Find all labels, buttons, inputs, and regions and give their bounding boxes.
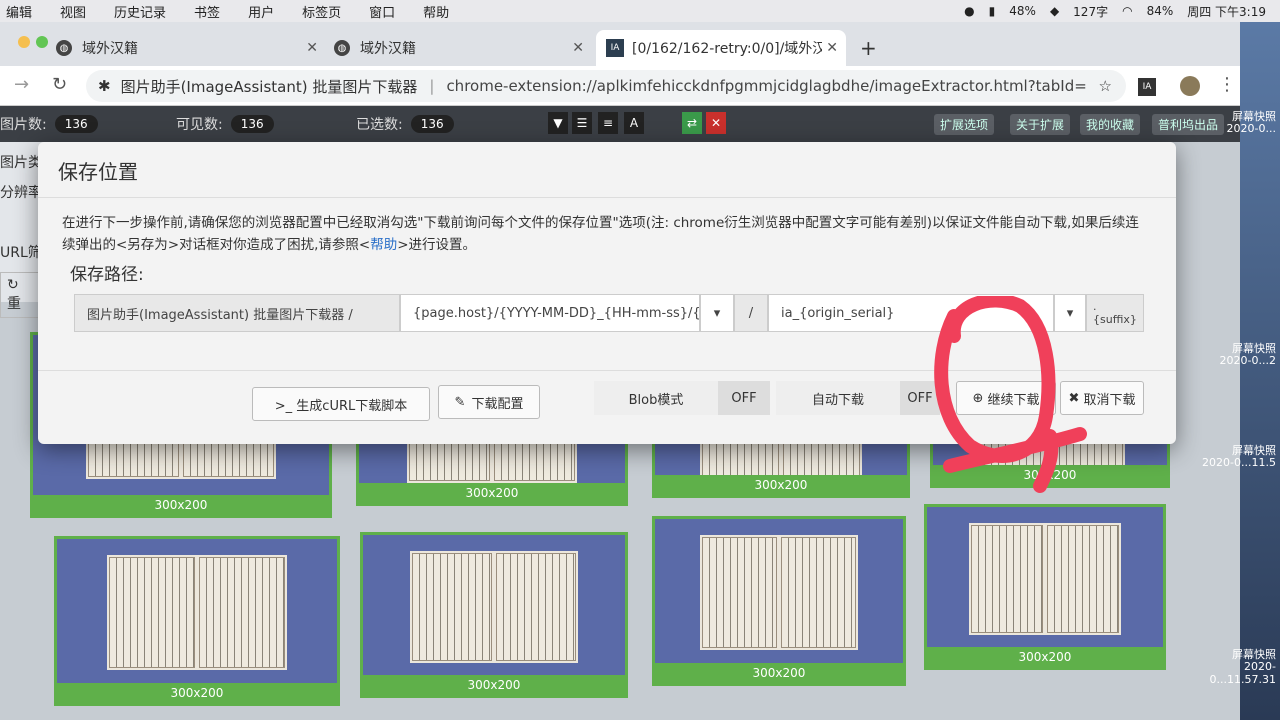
imageassistant-icon: IA — [606, 39, 624, 57]
wechat-icon[interactable]: ● — [964, 4, 974, 18]
path-separator: / — [734, 294, 768, 332]
save-path-row: 图片助手(ImageAssistant) 批量图片下载器 / {page.hos… — [74, 294, 1144, 332]
forward-icon[interactable]: → — [14, 74, 29, 95]
clock[interactable]: 周四 下午3:19 — [1187, 3, 1266, 20]
folder-template-input[interactable]: {page.host}/{YYYY-MM-DD}_{HH-mm-ss}/{( — [400, 294, 700, 332]
image-card[interactable]: 300x200 — [652, 516, 906, 686]
minimize-button[interactable] — [18, 36, 30, 48]
maximize-button[interactable] — [36, 36, 48, 48]
suffix-label: .{suffix} — [1086, 294, 1144, 332]
image-card[interactable]: 300x200 — [360, 532, 628, 698]
blob-mode-toggle[interactable]: Blob模式 OFF — [594, 381, 770, 415]
desktop-edge: 屏幕快照 2020-0... 屏幕快照 2020-0...2 屏幕快照 2020… — [1202, 22, 1280, 720]
save-location-dialog: 保存位置 在进行下一步操作前,请确保您的浏览器配置中已经取消勾选"下载前询问每个… — [38, 142, 1176, 444]
ia-extension-icon[interactable]: IA — [1138, 78, 1156, 96]
tab-2[interactable]: ◍ 域外汉籍 ✕ — [334, 30, 584, 66]
selected-count: 已选数: 136 — [356, 114, 454, 134]
menu-view[interactable]: 视图 — [60, 2, 86, 21]
evernote-icon[interactable]: ◆ — [1050, 4, 1059, 18]
image-card[interactable]: 300x200 — [54, 536, 340, 706]
close-icon[interactable]: ✕ — [826, 40, 838, 56]
generate-curl-button[interactable]: >_ 生成cURL下载脚本 — [252, 387, 430, 421]
wifi-icon[interactable]: ◠ — [1122, 4, 1132, 18]
extension-toolbar: 图片数: 136 可见数: 136 已选数: 136 ▼ ☰ ≡ A ⇄ ✕ 扩… — [0, 106, 1240, 142]
tab-title: [0/162/162-retry:0/0]/域外汉籍 — [632, 41, 822, 57]
visible-count: 可见数: 136 — [176, 114, 274, 134]
separator: | — [429, 77, 435, 95]
menu-bookmarks[interactable]: 书签 — [194, 2, 220, 21]
font-icon[interactable]: A — [624, 112, 644, 134]
macos-menubar: 编辑 视图 历史记录 书签 用户 标签页 窗口 帮助 ● ▮ 48% ◆ 127… — [0, 0, 1280, 22]
tab-title: 域外汉籍 — [82, 41, 138, 57]
help-link[interactable]: 帮助 — [370, 237, 397, 253]
menu-user[interactable]: 用户 — [248, 2, 274, 21]
close-icon[interactable]: ✕ — [706, 112, 726, 134]
bookmark-icon[interactable]: ▮ — [989, 4, 996, 18]
menu-edit[interactable]: 编辑 — [6, 2, 32, 21]
battery-level: 84% — [1146, 4, 1174, 18]
tab-3-active[interactable]: IA [0/162/162-retry:0/0]/域外汉籍 ✕ — [596, 30, 846, 66]
browser-tabbar: ◍ 域外汉籍 ✕ ◍ 域外汉籍 ✕ IA [0/162/162-retry:0/… — [0, 22, 1240, 66]
puzzle-icon: ✱ — [98, 77, 111, 95]
close-icon[interactable]: ✕ — [572, 40, 584, 56]
sliders-icon[interactable]: ≡ — [598, 112, 618, 134]
menu-help[interactable]: 帮助 — [423, 2, 449, 21]
cancel-download-button[interactable]: ✖ 取消下载 — [1060, 381, 1144, 415]
address-row: → ↻ ✱ 图片助手(ImageAssistant) 批量图片下载器 | chr… — [0, 66, 1240, 106]
dialog-body: 在进行下一步操作前,请确保您的浏览器配置中已经取消勾选"下载前询问每个文件的保存… — [38, 198, 1176, 300]
site-name: 图片助手(ImageAssistant) 批量图片下载器 — [120, 77, 418, 96]
star-icon[interactable]: ☆ — [1099, 77, 1112, 95]
close-icon[interactable]: ✕ — [306, 40, 318, 56]
profile-avatar[interactable] — [1180, 76, 1200, 96]
menu-tabs[interactable]: 标签页 — [302, 2, 341, 21]
tab-1[interactable]: ◍ 域外汉籍 ✕ — [56, 30, 318, 66]
save-path-label: 保存路径: — [70, 265, 144, 285]
url-text: chrome-extension://aplkimfehicckdnfpgmmj… — [446, 77, 1087, 95]
new-tab-button[interactable]: + — [860, 36, 877, 60]
dialog-title: 保存位置 — [38, 142, 1176, 198]
wrench-icon: ✎ — [454, 394, 466, 410]
folder-dropdown[interactable]: ▾ — [700, 294, 734, 332]
dialog-message: 在进行下一步操作前,请确保您的浏览器配置中已经取消勾选"下载前询问每个文件的保存… — [62, 215, 1139, 253]
path-prefix: 图片助手(ImageAssistant) 批量图片下载器 / — [74, 294, 400, 332]
menu-history[interactable]: 历史记录 — [114, 2, 166, 21]
list-icon[interactable]: ☰ — [572, 112, 592, 134]
download-config-button[interactable]: ✎ 下载配置 — [438, 385, 540, 419]
close-icon: ✖ — [1068, 390, 1080, 406]
menu-kebab-icon[interactable]: ⋮ — [1218, 74, 1236, 95]
swap-icon[interactable]: ⇄ — [682, 112, 702, 134]
continue-download-button[interactable]: ⊕ 继续下载 — [956, 381, 1056, 415]
filename-dropdown[interactable]: ▾ — [1054, 294, 1086, 332]
globe-icon: ◍ — [334, 40, 350, 56]
filter-icon[interactable]: ▼ — [548, 112, 568, 134]
globe-icon: ◍ — [56, 40, 72, 56]
dialog-footer: >_ 生成cURL下载脚本 ✎ 下载配置 Blob模式 OFF 自动下载 OFF … — [38, 370, 1176, 444]
favorites-link[interactable]: 我的收藏 — [1080, 114, 1141, 135]
about-link[interactable]: 关于扩展 — [1010, 114, 1071, 135]
window-controls — [0, 36, 48, 48]
filename-template-input[interactable]: ia_{origin_serial} — [768, 294, 1054, 332]
image-card[interactable]: 300x200 — [924, 504, 1166, 670]
mem-meter: 48% — [1009, 4, 1036, 18]
tab-title: 域外汉籍 — [360, 41, 416, 57]
reload-icon[interactable]: ↻ — [52, 74, 67, 95]
download-icon: ⊕ — [972, 390, 984, 406]
total-count: 图片数: 136 — [0, 114, 98, 134]
menu-window[interactable]: 窗口 — [369, 2, 395, 21]
char-count: 127字 — [1073, 4, 1109, 19]
address-bar[interactable]: ✱ 图片助手(ImageAssistant) 批量图片下载器 | chrome-… — [86, 70, 1126, 102]
auto-download-toggle[interactable]: 自动下载 OFF — [776, 381, 940, 415]
ext-options-link[interactable]: 扩展选项 — [934, 114, 995, 135]
